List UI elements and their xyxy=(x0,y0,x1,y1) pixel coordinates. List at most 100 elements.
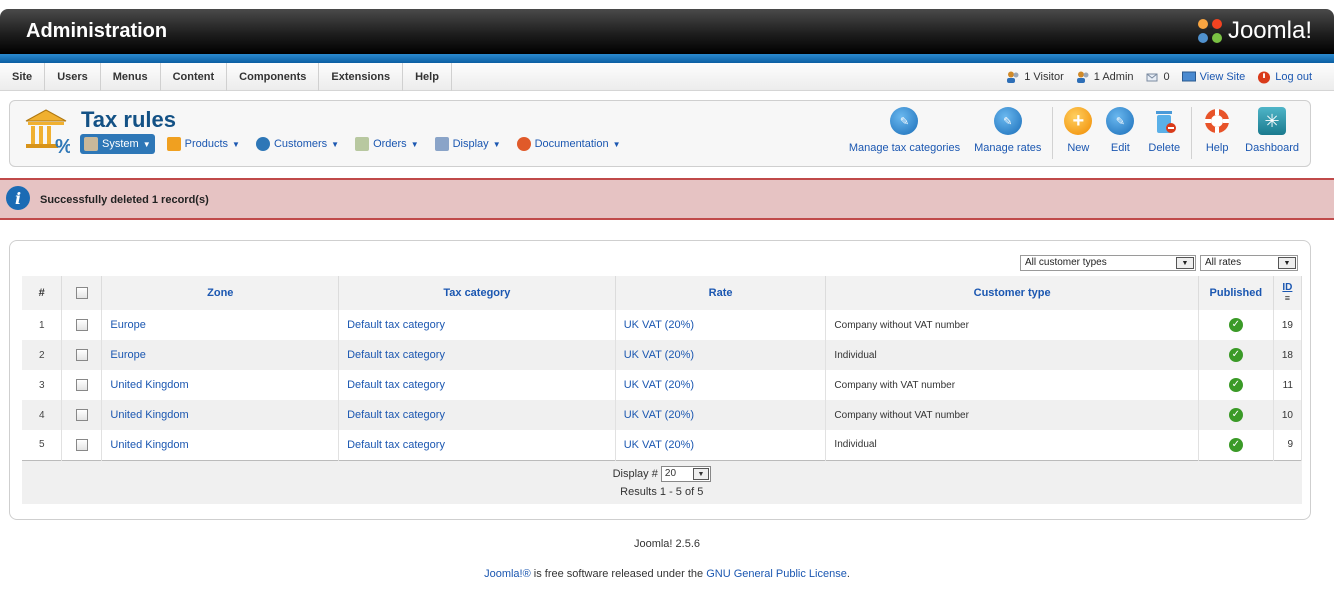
published-check-icon[interactable]: ✓ xyxy=(1228,378,1243,392)
logout-link[interactable]: Log out xyxy=(1257,70,1312,84)
dashboard-button[interactable]: ✳ Dashboard xyxy=(1238,107,1306,154)
menu-components[interactable]: Components xyxy=(227,63,320,91)
help-button[interactable]: Help xyxy=(1196,107,1238,154)
admins-status: 1 Admin xyxy=(1076,71,1134,83)
column-header-id[interactable]: ID ≡ xyxy=(1273,276,1303,310)
chevron-down-icon: ▼ xyxy=(142,139,151,149)
customer-type-cell: Company without VAT number xyxy=(825,400,1199,430)
system-message: i Successfully deleted 1 record(s) xyxy=(0,178,1334,220)
column-header-zone[interactable]: Zone xyxy=(101,276,340,310)
display-limit: Display # 20 ▼ xyxy=(30,466,1294,483)
info-icon: i xyxy=(6,186,30,210)
toolbar-divider xyxy=(1052,107,1054,159)
plus-icon: + xyxy=(1064,107,1093,135)
row-checkbox[interactable] xyxy=(75,319,88,331)
pencil-icon: ✎ xyxy=(890,107,919,135)
tax-category-link[interactable]: Default tax category xyxy=(347,439,445,451)
published-check-icon[interactable]: ✓ xyxy=(1228,348,1243,362)
submenu-orders[interactable]: Orders ▼ xyxy=(351,134,423,154)
gpl-link[interactable]: GNU General Public License xyxy=(706,568,847,580)
power-icon xyxy=(1258,70,1271,84)
license-text: Joomla!® is free software released under… xyxy=(484,568,850,580)
lifebuoy-icon xyxy=(516,137,531,151)
tax-rules-table: # Zone Tax category Rate Customer type P… xyxy=(22,276,1303,504)
id-cell: 9 xyxy=(1273,430,1303,460)
zone-link[interactable]: United Kingdom xyxy=(110,409,188,421)
tax-category-link[interactable]: Default tax category xyxy=(347,349,445,361)
menu-content[interactable]: Content xyxy=(161,63,228,91)
display-limit-select[interactable]: 20 ▼ xyxy=(660,466,711,483)
zone-link[interactable]: Europe xyxy=(110,319,145,331)
row-checkbox[interactable] xyxy=(75,349,88,361)
status-area: 1 Visitor 1 Admin 0 View Site Log out xyxy=(1006,63,1312,91)
trash-icon xyxy=(1156,111,1177,133)
row-checkbox[interactable] xyxy=(75,379,88,391)
submenu-documentation[interactable]: Documentation ▼ xyxy=(513,134,625,154)
customers-icon xyxy=(255,137,270,151)
chevron-down-icon: ▼ xyxy=(331,139,340,149)
rate-link[interactable]: UK VAT (20%) xyxy=(624,379,694,391)
rate-link[interactable]: UK VAT (20%) xyxy=(624,439,694,451)
admin-header: Administration Joomla! xyxy=(0,9,1334,54)
main-menu-bar: Site Users Menus Content Components Exte… xyxy=(0,63,1334,91)
column-header-rate[interactable]: Rate xyxy=(615,276,827,310)
chevron-down-icon: ▼ xyxy=(1176,257,1194,269)
new-button[interactable]: + New xyxy=(1057,107,1099,154)
manage-rates-button[interactable]: ✎ Manage rates xyxy=(967,107,1048,154)
published-check-icon[interactable]: ✓ xyxy=(1228,437,1243,452)
component-submenu: System ▼ Products ▼ Customers ▼ Orders ▼… xyxy=(80,134,625,154)
visitor-icon xyxy=(1007,71,1019,83)
tax-category-link[interactable]: Default tax category xyxy=(347,379,445,391)
edit-button[interactable]: ✎ Edit xyxy=(1099,107,1141,154)
visitors-status: 1 Visitor xyxy=(1006,71,1064,83)
message-icon xyxy=(1146,73,1158,82)
tax-category-link[interactable]: Default tax category xyxy=(347,319,445,331)
rates-filter[interactable]: All rates ▼ xyxy=(1200,255,1298,271)
zone-link[interactable]: United Kingdom xyxy=(110,439,188,451)
chevron-down-icon: ▼ xyxy=(492,139,501,149)
submenu-products[interactable]: Products ▼ xyxy=(163,134,244,154)
published-check-icon[interactable]: ✓ xyxy=(1228,318,1243,332)
chevron-down-icon: ▼ xyxy=(692,468,709,481)
submenu-system[interactable]: System ▼ xyxy=(80,134,155,154)
display-icon xyxy=(434,137,449,151)
id-cell: 10 xyxy=(1273,400,1303,430)
toolbar-divider xyxy=(1191,107,1193,159)
table-header-row: # Zone Tax category Rate Customer type P… xyxy=(22,276,1303,310)
menu-menus[interactable]: Menus xyxy=(101,63,161,91)
tax-category-link[interactable]: Default tax category xyxy=(347,409,445,421)
messages-status[interactable]: 0 xyxy=(1146,71,1170,83)
menu-site[interactable]: Site xyxy=(0,63,46,91)
rate-link[interactable]: UK VAT (20%) xyxy=(624,409,694,421)
customer-type-filter[interactable]: All customer types ▼ xyxy=(1020,255,1196,271)
row-checkbox[interactable] xyxy=(75,409,88,421)
submenu-display[interactable]: Display ▼ xyxy=(431,134,505,154)
manage-tax-categories-button[interactable]: ✎ Manage tax categories xyxy=(842,107,967,154)
version-text: Joomla! 2.5.6 xyxy=(633,538,701,550)
column-header-customer-type[interactable]: Customer type xyxy=(825,276,1199,310)
column-header-published[interactable]: Published xyxy=(1198,276,1274,310)
tax-rules-icon: % xyxy=(25,109,70,155)
joomla-link[interactable]: Joomla!® xyxy=(484,568,531,580)
zone-link[interactable]: Europe xyxy=(110,349,145,361)
orders-icon xyxy=(355,137,370,151)
menu-extensions[interactable]: Extensions xyxy=(319,63,404,91)
menu-help[interactable]: Help xyxy=(403,63,452,91)
svg-text:%: % xyxy=(55,136,70,155)
column-header-tax-category[interactable]: Tax category xyxy=(338,276,616,310)
system-icon xyxy=(84,137,98,151)
submenu-customers[interactable]: Customers ▼ xyxy=(252,134,343,154)
chevron-down-icon: ▼ xyxy=(410,139,419,149)
row-checkbox[interactable] xyxy=(75,438,88,451)
rate-link[interactable]: UK VAT (20%) xyxy=(624,319,694,331)
zone-link[interactable]: United Kingdom xyxy=(110,379,188,391)
header-accent-bar xyxy=(0,54,1334,63)
view-site-link[interactable]: View Site xyxy=(1181,71,1245,83)
menu-users[interactable]: Users xyxy=(45,63,101,91)
rate-link[interactable]: UK VAT (20%) xyxy=(624,349,694,361)
delete-button[interactable]: Delete xyxy=(1141,107,1187,154)
select-all-checkbox[interactable] xyxy=(75,287,88,300)
published-check-icon[interactable]: ✓ xyxy=(1228,408,1243,422)
toolbar-buttons: ✎ Manage tax categories ✎ Manage rates +… xyxy=(842,107,1306,163)
column-header-num: # xyxy=(22,276,63,310)
